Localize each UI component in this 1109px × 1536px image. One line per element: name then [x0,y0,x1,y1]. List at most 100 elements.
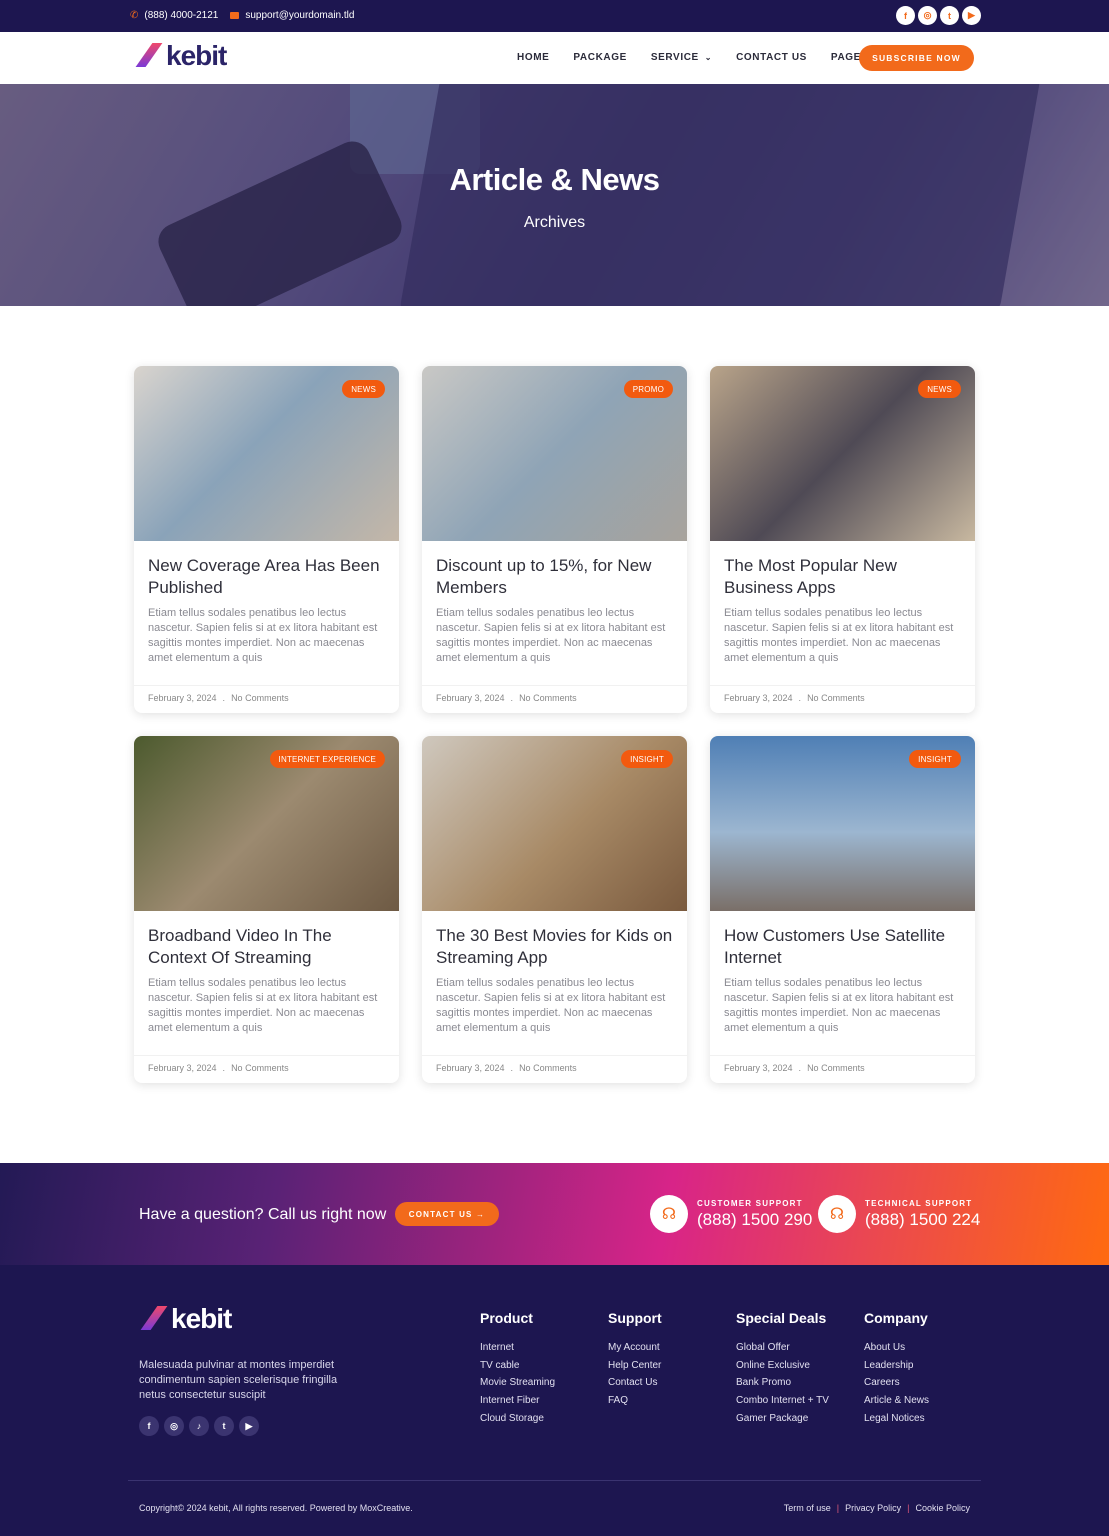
nav-package[interactable]: PACKAGE [573,52,626,63]
page-subtitle: Archives [523,214,586,231]
footer-description: Malesuada pulvinar at montes imperdiet c… [139,1359,338,1401]
category-badge[interactable]: INSIGHT [909,750,961,768]
logo[interactable]: kebit [140,40,227,72]
youtube-icon[interactable]: ▶ [239,1416,259,1436]
footer-link[interactable]: Cloud Storage [480,1410,555,1428]
terms-link[interactable]: Term of use [784,1503,831,1513]
post-title[interactable]: Broadband Video In The Context Of Stream… [148,925,385,969]
category-badge[interactable]: INTERNET EXPERIENCE [269,750,385,768]
nav-home[interactable]: HOME [517,52,549,63]
post-comments[interactable]: No Comments [231,693,289,706]
post-comments[interactable]: No Comments [807,693,865,706]
footer-column-product: Product Internet TV cable Movie Streamin… [480,1310,555,1428]
technical-support[interactable]: ☊ TECHNICAL SUPPORT (888) 1500 224 [818,1195,980,1233]
post-image[interactable]: NEWS [134,366,399,541]
post-title[interactable]: How Customers Use Satellite Internet [724,925,961,969]
category-badge[interactable]: NEWS [918,380,961,398]
footer-link[interactable]: Internet Fiber [480,1392,555,1410]
footer-link[interactable]: My Account [608,1339,662,1357]
tiktok-icon[interactable]: ♪ [189,1416,209,1436]
post-title[interactable]: The 30 Best Movies for Kids on Streaming… [436,925,673,969]
customer-support[interactable]: ☊ CUSTOMER SUPPORT (888) 1500 290 [650,1195,812,1233]
post-card[interactable]: INTERNET EXPERIENCE Broadband Video In T… [134,736,399,1083]
footer-link[interactable]: Gamer Package [736,1410,829,1428]
category-badge[interactable]: NEWS [342,380,385,398]
footer-link[interactable]: Combo Internet + TV [736,1392,829,1410]
twitter-icon[interactable]: t [214,1416,234,1436]
logo-icon [145,1304,169,1334]
footer-divider [128,1480,981,1481]
post-excerpt: Etiam tellus sodales penatibus leo lectu… [436,977,666,1034]
footer-link[interactable]: Legal Notices [864,1410,929,1428]
email-contact[interactable]: support@yourdomain.tld [230,10,354,21]
privacy-link[interactable]: Privacy Policy [845,1503,901,1513]
post-comments[interactable]: No Comments [807,1063,865,1076]
footer-link[interactable]: About Us [864,1339,929,1357]
headset-icon: ☊ [818,1195,856,1233]
instagram-icon[interactable]: ◎ [918,6,937,25]
post-image[interactable]: INSIGHT [710,736,975,911]
footer-link[interactable]: Movie Streaming [480,1374,555,1392]
footer-link[interactable]: Help Center [608,1357,662,1375]
page-title: Article & News [449,162,660,197]
post-date: February 3, 2024 [436,1063,505,1073]
post-comments[interactable]: No Comments [231,1063,289,1076]
footer-link[interactable]: TV cable [480,1357,555,1375]
post-date: February 3, 2024 [724,1063,793,1073]
post-title[interactable]: Discount up to 15%, for New Members [436,555,673,599]
footer: kebit Malesuada pulvinar at montes imper… [0,1265,1109,1536]
post-comments[interactable]: No Comments [519,1063,577,1076]
youtube-icon[interactable]: ▶ [962,6,981,25]
footer-link[interactable]: Global Offer [736,1339,829,1357]
post-excerpt: Etiam tellus sodales penatibus leo lectu… [148,607,378,664]
post-card[interactable]: INSIGHT How Customers Use Satellite Inte… [710,736,975,1083]
footer-link[interactable]: Leadership [864,1357,929,1375]
footer-link[interactable]: Online Exclusive [736,1357,829,1375]
footer-column-support: Support My Account Help Center Contact U… [608,1310,662,1410]
category-badge[interactable]: INSIGHT [621,750,673,768]
chevron-down-icon: ⌄ [704,53,713,62]
footer-logo[interactable]: kebit [145,1303,232,1335]
main-nav: kebit HOME PACKAGE SERVICE ⌄ CONTACT US P… [0,32,1109,84]
footer-link[interactable]: Contact Us [608,1374,662,1392]
cookie-link[interactable]: Cookie Policy [915,1503,970,1513]
hero-banner: Article & News Archives [0,84,1109,306]
facebook-icon[interactable]: f [139,1416,159,1436]
footer-link[interactable]: Internet [480,1339,555,1357]
category-badge[interactable]: PROMO [623,380,673,398]
post-card[interactable]: PROMO Discount up to 15%, for New Member… [422,366,687,713]
post-image[interactable]: INSIGHT [422,736,687,911]
post-title[interactable]: The Most Popular New Business Apps [724,555,961,599]
post-image[interactable]: NEWS [710,366,975,541]
headset-icon: ☊ [650,1195,688,1233]
footer-column-special-deals: Special Deals Global Offer Online Exclus… [736,1310,829,1428]
phone-contact[interactable]: ✆ (888) 4000-2121 [130,10,218,21]
nav-contact[interactable]: CONTACT US [736,52,807,63]
copyright: Copyright© 2024 kebit, All rights reserv… [139,1503,413,1513]
post-comments[interactable]: No Comments [519,693,577,706]
post-date: February 3, 2024 [724,693,793,703]
post-card[interactable]: INSIGHT The 30 Best Movies for Kids on S… [422,736,687,1083]
post-card[interactable]: NEWS The Most Popular New Business Apps … [710,366,975,713]
facebook-icon[interactable]: f [896,6,915,25]
post-card[interactable]: NEWS New Coverage Area Has Been Publishe… [134,366,399,713]
post-title[interactable]: New Coverage Area Has Been Published [148,555,385,599]
twitter-icon[interactable]: t [940,6,959,25]
footer-link[interactable]: Article & News [864,1392,929,1410]
nav-service[interactable]: SERVICE ⌄ [651,52,712,63]
top-bar: ✆ (888) 4000-2121 support@yourdomain.tld … [0,0,1109,32]
post-date: February 3, 2024 [148,1063,217,1073]
contact-us-button[interactable]: CONTACT US → [395,1202,499,1226]
footer-link[interactable]: Careers [864,1374,929,1392]
subscribe-button[interactable]: SUBSCRIBE NOW [859,45,974,71]
footer-link[interactable]: FAQ [608,1392,662,1410]
post-date: February 3, 2024 [148,693,217,703]
post-image[interactable]: INTERNET EXPERIENCE [134,736,399,911]
footer-column-company: Company About Us Leadership Careers Arti… [864,1310,929,1428]
post-excerpt: Etiam tellus sodales penatibus leo lectu… [148,977,378,1034]
post-image[interactable]: PROMO [422,366,687,541]
instagram-icon[interactable]: ◎ [164,1416,184,1436]
post-date: February 3, 2024 [436,693,505,703]
footer-link[interactable]: Bank Promo [736,1374,829,1392]
logo-icon [140,41,164,71]
